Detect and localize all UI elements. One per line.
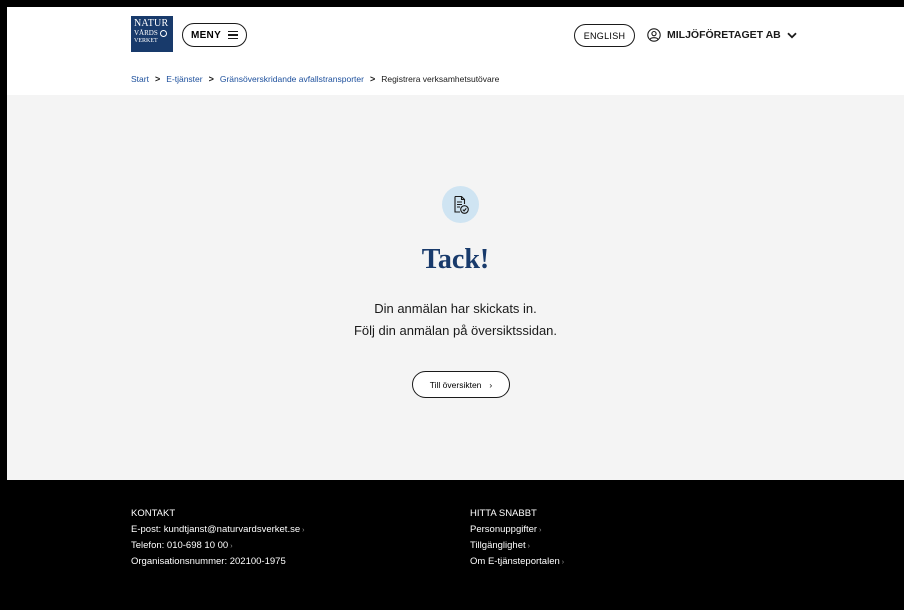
site-header: NATUR VÅRDS VERKET MENY ENGLISH MILJÖFÖR…: [7, 7, 904, 95]
footer-org-number: Organisationsnummer: 202100-1975: [131, 556, 286, 567]
breadcrumb-avfallstransporter[interactable]: Gränsöverskridande avfallstransporter: [220, 74, 364, 84]
to-overview-button[interactable]: Till översikten ›: [412, 371, 510, 398]
breadcrumb-separator: >: [369, 74, 376, 84]
naturvardsverket-logo[interactable]: NATUR VÅRDS VERKET: [131, 16, 173, 52]
footer-link-tillganglighet[interactable]: Tillgänglighet: [470, 540, 526, 551]
breadcrumb-e-tjanster[interactable]: E-tjänster: [166, 74, 202, 84]
document-check-icon: [442, 186, 479, 223]
menu-label: MENY: [190, 29, 222, 41]
chevron-right-icon: ›: [561, 559, 565, 566]
footer-link-item: Personuppgifter ›: [470, 524, 564, 535]
logo-line-2: VÅRDS: [134, 30, 171, 37]
chevron-right-icon: ›: [489, 379, 493, 390]
footer-email: E-post: kundtjanst@naturvardsverket.se ›: [131, 524, 304, 535]
chevron-right-icon: ›: [302, 527, 305, 534]
crest-icon: [159, 30, 167, 37]
confirmation-message-line-2: Följ din anmälan på översiktssidan.: [353, 323, 558, 338]
breadcrumb-start[interactable]: Start: [131, 74, 149, 84]
footer-email-link[interactable]: E-post: kundtjanst@naturvardsverket.se: [131, 524, 300, 535]
breadcrumb-separator: >: [208, 74, 214, 84]
page-title: Tack!: [421, 244, 490, 275]
footer-phone: Telefon: 010-698 10 00 ›: [131, 540, 304, 551]
footer-phone-link[interactable]: Telefon: 010-698 10 00: [131, 540, 228, 551]
user-icon: [647, 28, 661, 42]
footer-link-om-portalen[interactable]: Om E-tjänsteportalen: [470, 556, 560, 567]
breadcrumb-current: Registrera verksamhetsutövare: [381, 74, 500, 84]
to-overview-label: Till översikten: [429, 379, 482, 390]
logo-line-1: NATUR: [134, 18, 169, 29]
footer-contact: KONTAKT E-post: kundtjanst@naturvardsver…: [131, 508, 304, 572]
footer-quick-heading: HITTA SNABBT: [470, 508, 537, 519]
english-language-button[interactable]: ENGLISH: [574, 24, 635, 47]
menu-button[interactable]: MENY: [182, 23, 247, 47]
browser-viewport: NATUR VÅRDS VERKET MENY ENGLISH MILJÖFÖR…: [7, 7, 904, 610]
logo-line-3: VERKET: [134, 38, 158, 44]
breadcrumb-separator: >: [154, 74, 161, 84]
hamburger-icon: [228, 31, 239, 39]
site-footer: KONTAKT E-post: kundtjanst@naturvardsver…: [7, 480, 904, 610]
chevron-right-icon: ›: [527, 543, 530, 550]
account-menu-button[interactable]: MILJÖFÖRETAGET AB: [647, 25, 797, 45]
footer-link-personuppgifter[interactable]: Personuppgifter: [470, 524, 537, 535]
footer-link-item: Om E-tjänsteportalen ›: [470, 556, 564, 567]
chevron-right-icon: ›: [539, 527, 542, 534]
footer-contact-heading: KONTAKT: [131, 508, 176, 519]
chevron-right-icon: ›: [230, 543, 233, 550]
chevron-down-icon: [787, 32, 797, 38]
footer-quick-links: HITTA SNABBT Personuppgifter › Tillgängli…: [470, 508, 564, 572]
confirmation-message-line-1: Din anmälan har skickats in.: [374, 301, 537, 316]
breadcrumb: Start > E-tjänster > Gränsöverskridande …: [131, 74, 499, 84]
account-name: MILJÖFÖRETAGET AB: [667, 29, 781, 41]
footer-link-item: Tillgänglighet ›: [470, 540, 564, 551]
confirmation-section: Tack! Din anmälan har skickats in. Följ …: [7, 95, 904, 480]
